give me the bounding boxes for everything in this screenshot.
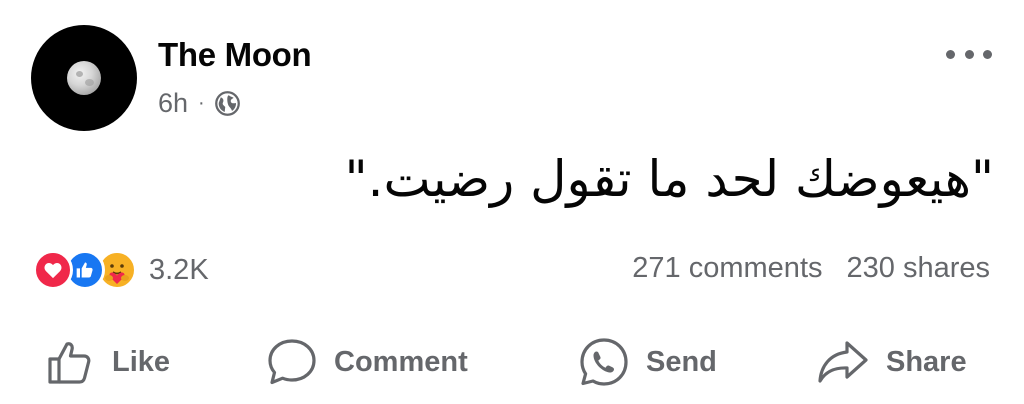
more-dot-icon	[983, 49, 992, 59]
send-label: Send	[646, 345, 717, 378]
post-time[interactable]: 6h	[158, 88, 188, 119]
post-text: "هيعوضك لحد ما تقول رضيت."	[344, 150, 994, 208]
comment-button[interactable]: Comment	[266, 330, 468, 394]
shares-count[interactable]: 230 shares	[847, 252, 991, 285]
thumbs-up-icon	[48, 342, 91, 384]
like-button[interactable]: Like	[46, 330, 170, 394]
post-meta: 6h ·	[158, 88, 241, 119]
more-dot-icon	[946, 49, 955, 59]
send-button[interactable]: Send	[578, 330, 717, 394]
meta-separator: ·	[198, 92, 205, 114]
comment-label: Comment	[334, 345, 468, 378]
share-label: Share	[886, 345, 967, 378]
share-icon	[818, 341, 868, 383]
reactions-summary[interactable]: 3.2K	[33, 250, 209, 290]
more-dot-icon	[964, 49, 974, 59]
globe-icon[interactable]	[214, 90, 241, 117]
post-stats: 271 comments 230 shares	[632, 252, 990, 285]
share-button[interactable]: Share	[816, 330, 967, 394]
moon-image	[67, 61, 101, 95]
comment-icon	[268, 339, 316, 385]
comments-count[interactable]: 271 comments	[632, 252, 822, 285]
whatsapp-icon	[580, 338, 628, 386]
love-reaction-icon	[33, 250, 73, 290]
avatar[interactable]	[31, 25, 137, 131]
like-label: Like	[112, 345, 171, 378]
page-name[interactable]: The Moon	[158, 36, 312, 74]
action-bar: Like Comment Send Share	[0, 330, 1024, 394]
reaction-count[interactable]: 3.2K	[149, 254, 209, 287]
more-options-button[interactable]	[946, 47, 992, 61]
